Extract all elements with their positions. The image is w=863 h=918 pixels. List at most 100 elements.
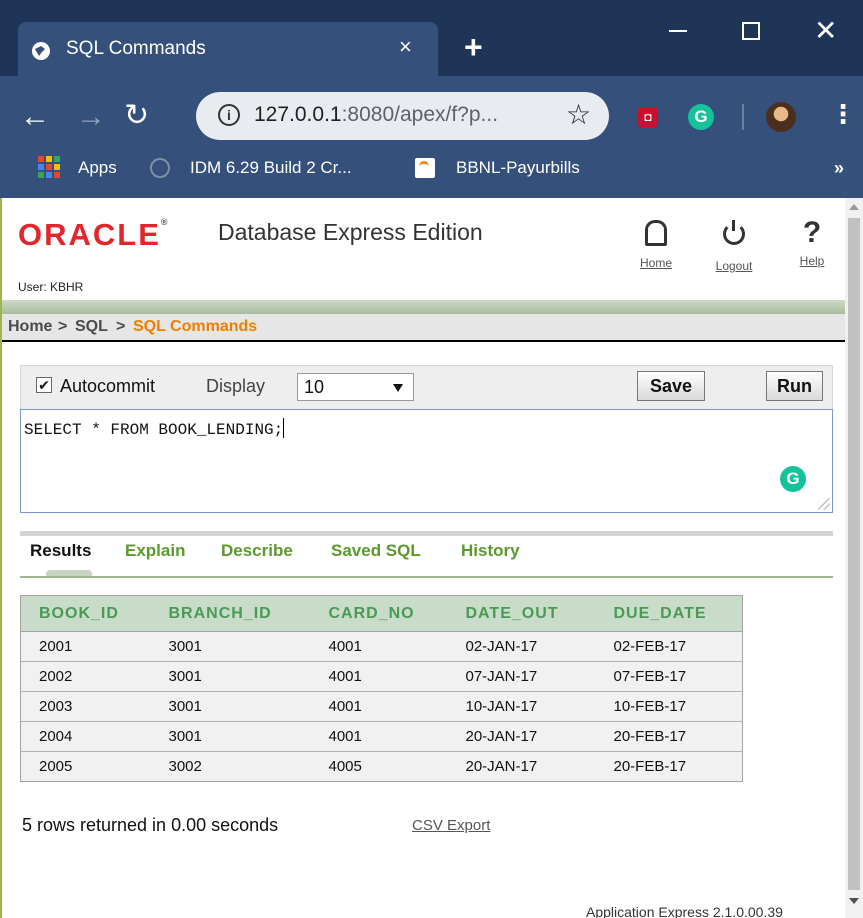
- sql-query: SELECT * FROM BOOK_LENDING;: [24, 421, 284, 439]
- autocommit-checkbox[interactable]: ✔: [36, 377, 52, 393]
- bookmark-star-icon[interactable]: ☆: [566, 98, 591, 131]
- apps-grid-icon[interactable]: [38, 156, 60, 178]
- cell-branch-id: 3001: [150, 721, 311, 752]
- window-close-icon[interactable]: ✕: [814, 14, 837, 47]
- help-link[interactable]: ? Help: [792, 218, 832, 269]
- breadcrumb-separator: >: [116, 318, 126, 335]
- table-row: 2001 3001 4001 02-JAN-17 02-FEB-17: [20, 631, 743, 662]
- bookmark-apps[interactable]: Apps: [78, 158, 117, 178]
- logout-link-label[interactable]: Logout: [714, 259, 754, 273]
- save-button[interactable]: Save: [637, 371, 705, 401]
- tab-explain[interactable]: Explain: [125, 541, 185, 561]
- scrollbar-thumb[interactable]: [848, 218, 860, 890]
- cell-date-out: 20-JAN-17: [447, 751, 596, 782]
- help-question-icon[interactable]: ?: [792, 218, 832, 248]
- registered-mark: ®: [160, 217, 168, 227]
- cell-due-date: 07-FEB-17: [595, 661, 743, 692]
- breadcrumb: [2, 314, 845, 342]
- info-icon[interactable]: i: [218, 104, 240, 126]
- cell-date-out: 10-JAN-17: [447, 691, 596, 722]
- display-rows-select[interactable]: 10: [297, 373, 414, 401]
- home-icon[interactable]: [636, 220, 676, 250]
- sql-query-text[interactable]: SELECT * FROM BOOK_LENDING;: [24, 418, 285, 439]
- maximize-icon[interactable]: [742, 22, 760, 40]
- product-name: Database Express Edition: [218, 219, 483, 245]
- home-link[interactable]: Home: [636, 218, 676, 270]
- display-label: Display: [206, 376, 266, 396]
- cell-due-date: 20-FEB-17: [595, 721, 743, 752]
- cell-book-id: 2004: [20, 721, 151, 752]
- breadcrumb-sql[interactable]: SQL: [75, 318, 108, 336]
- close-tab-icon[interactable]: ×: [399, 34, 412, 60]
- column-header: CARD_NO: [310, 595, 448, 632]
- column-header: BOOK_ID: [20, 595, 151, 632]
- header-divider-band: [2, 300, 845, 314]
- power-icon[interactable]: [714, 220, 754, 253]
- home-link-label[interactable]: Home: [636, 256, 676, 270]
- breadcrumb-home[interactable]: Home: [8, 318, 52, 336]
- new-tab-button[interactable]: +: [464, 30, 483, 64]
- cell-date-out: 07-JAN-17: [447, 661, 596, 692]
- more-bookmarks-icon[interactable]: »: [834, 158, 844, 179]
- bbnl-bookmark-icon: [415, 158, 435, 178]
- cell-branch-id: 3001: [150, 661, 311, 692]
- rows-returned-summary: 5 rows returned in 0.00 seconds: [22, 815, 279, 835]
- cell-date-out: 20-JAN-17: [447, 721, 596, 752]
- cell-book-id: 2002: [20, 661, 151, 692]
- bookmark-idm[interactable]: IDM 6.29 Build 2 Cr...: [190, 158, 352, 178]
- toolbar-separator: [742, 104, 744, 130]
- help-link-label[interactable]: Help: [792, 254, 832, 268]
- url-text[interactable]: 127.0.0.1:8080/apex/f?p...: [254, 103, 498, 127]
- resize-grip-icon[interactable]: [818, 498, 830, 510]
- forward-arrow-icon[interactable]: →: [76, 100, 106, 134]
- autocommit-label[interactable]: Autocommit: [60, 376, 155, 397]
- cell-card-no: 4005: [310, 751, 448, 782]
- text-caret: [283, 418, 285, 438]
- run-button[interactable]: Run: [766, 371, 823, 401]
- table-row: 2004 3001 4001 20-JAN-17 20-FEB-17: [20, 721, 743, 752]
- cell-book-id: 2003: [20, 691, 151, 722]
- idm-bookmark-icon: [150, 158, 170, 178]
- dropdown-arrow-icon: [393, 384, 403, 392]
- cell-card-no: 4001: [310, 631, 448, 662]
- results-table: BOOK_ID BRANCH_ID CARD_NO DATE_OUT DUE_D…: [20, 595, 743, 782]
- cell-card-no: 4001: [310, 661, 448, 692]
- cell-branch-id: 3002: [150, 751, 311, 782]
- url-path: :8080/apex/f?p...: [341, 103, 499, 126]
- tab-results[interactable]: Results: [30, 541, 91, 561]
- minimize-icon[interactable]: [669, 30, 687, 32]
- reload-icon[interactable]: ↻: [124, 98, 149, 133]
- tab-describe[interactable]: Describe: [221, 541, 293, 561]
- cell-book-id: 2005: [20, 751, 151, 782]
- scroll-up-arrow-icon[interactable]: [849, 204, 859, 210]
- table-row: 2005 3002 4005 20-JAN-17 20-FEB-17: [20, 751, 743, 782]
- globe-icon: [32, 42, 50, 60]
- grammarly-extension-icon[interactable]: G: [688, 104, 714, 130]
- cell-branch-id: 3001: [150, 631, 311, 662]
- breadcrumb-current: SQL Commands: [133, 318, 258, 335]
- grammarly-icon[interactable]: G: [780, 466, 806, 492]
- bookmark-bbnl[interactable]: BBNL-Payurbills: [456, 158, 580, 178]
- tab-title: SQL Commands: [66, 38, 206, 59]
- cell-date-out: 02-JAN-17: [447, 631, 596, 662]
- breadcrumb-separator: >: [58, 318, 68, 335]
- cell-due-date: 10-FEB-17: [595, 691, 743, 722]
- table-header-row: BOOK_ID BRANCH_ID CARD_NO DATE_OUT DUE_D…: [20, 595, 743, 632]
- logout-link[interactable]: Logout: [714, 218, 754, 273]
- cell-due-date: 02-FEB-17: [595, 631, 743, 662]
- result-tabs-band: [20, 531, 833, 536]
- cell-branch-id: 3001: [150, 691, 311, 722]
- menu-kebab-icon[interactable]: ⋮: [830, 99, 856, 130]
- profile-avatar[interactable]: [766, 102, 796, 132]
- column-header: DATE_OUT: [447, 595, 596, 632]
- display-rows-value: 10: [304, 377, 325, 397]
- scroll-down-arrow-icon[interactable]: [849, 898, 859, 904]
- csv-export-link[interactable]: CSV Export: [412, 817, 490, 834]
- column-header: BRANCH_ID: [150, 595, 311, 632]
- oracle-logo-text: ORACLE: [18, 217, 161, 252]
- tab-saved-sql[interactable]: Saved SQL: [331, 541, 421, 561]
- column-header: DUE_DATE: [595, 595, 743, 632]
- tab-history[interactable]: History: [461, 541, 520, 561]
- mcafee-extension-icon[interactable]: ◘: [638, 107, 658, 127]
- back-arrow-icon[interactable]: ←: [20, 100, 50, 134]
